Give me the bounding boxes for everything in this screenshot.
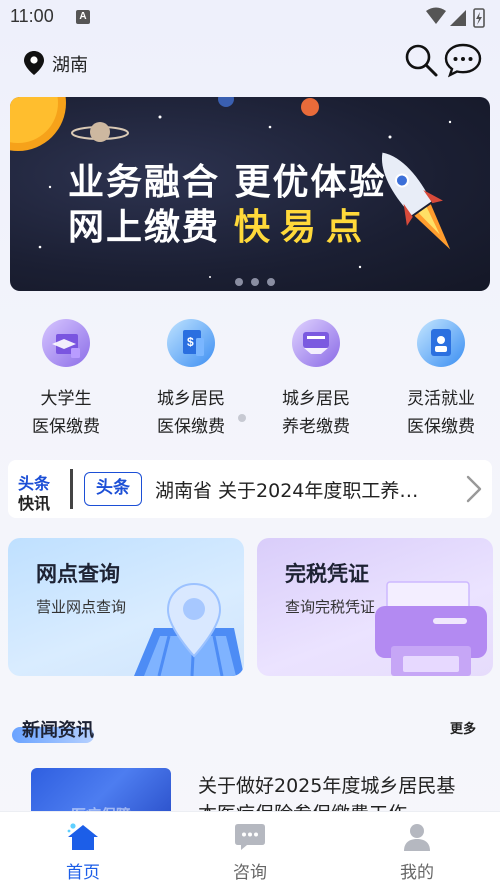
service-label-line2: 养老缴费 (282, 417, 350, 437)
message-icon (235, 824, 265, 850)
card-subtitle: 查询完税凭证 (285, 598, 376, 616)
banner-headline-2-text: 网上缴费 (68, 207, 221, 248)
home-icon (67, 823, 98, 850)
elderly-care-icon (292, 319, 340, 367)
tab-consult-label: 咨询 (233, 863, 267, 883)
headline-divider (70, 469, 73, 509)
cell-signal-icon (450, 10, 466, 26)
current-location[interactable]: 湖南 (52, 51, 88, 77)
branch-lookup-card[interactable]: 网点查询 营业网点查询 (8, 538, 244, 676)
banner-headline-2: 网上缴费 快易点 (68, 198, 372, 250)
card-subtitle: 营业网点查询 (36, 598, 127, 616)
service-label-line1: 城乡居民 (157, 389, 225, 409)
tab-consult[interactable]: 咨询 (167, 812, 333, 888)
service-urban-rural-medical[interactable]: $ 城乡居民 医保缴费 (131, 318, 251, 438)
printer-illustration (375, 581, 487, 676)
payment-cards-icon: $ (167, 319, 215, 367)
card-title: 完税凭证 (285, 562, 369, 586)
tab-home[interactable]: 首页 (0, 812, 166, 888)
bottom-navigation: 首页 咨询 我的 (0, 811, 500, 888)
svg-text:$: $ (187, 335, 194, 349)
service-label-line2: 医保缴费 (32, 417, 100, 437)
service-pension-payment[interactable]: 城乡居民 养老缴费 (256, 318, 376, 438)
user-icon (404, 824, 430, 851)
tab-mine-label: 我的 (400, 863, 434, 883)
status-time: 11:00 (10, 6, 54, 26)
worker-badge-icon (417, 319, 465, 367)
signal-battery-icons (426, 7, 485, 28)
service-college-medical[interactable]: 大学生 医保缴费 (6, 318, 126, 438)
graduation-cap-icon (42, 319, 90, 367)
services-page-indicator (238, 414, 246, 422)
tab-mine[interactable]: 我的 (334, 812, 500, 888)
service-label-line1: 大学生 (40, 389, 92, 409)
news-section-title: 新闻资讯 (22, 720, 94, 741)
headline-logo: 头条 快讯 (18, 470, 66, 513)
banner-pagination[interactable] (235, 271, 285, 286)
banner-dot[interactable] (267, 278, 275, 286)
service-flexible-employment[interactable]: 灵活就业 医保缴费 (381, 318, 500, 438)
promo-banner[interactable]: 业务融合 更优体验 网上缴费 快易点 (10, 97, 490, 291)
map-pin-illustration (134, 582, 244, 676)
search-icon[interactable] (403, 42, 439, 78)
banner-dot[interactable] (251, 278, 259, 286)
headline-news-bar[interactable]: 头条 快讯 头条 湖南省 关于2024年度职工养… (8, 460, 492, 518)
location-pin-icon[interactable] (23, 50, 45, 76)
service-label-line1: 灵活就业 (407, 389, 475, 409)
app-notification-icon: A (76, 10, 90, 24)
wifi-icon (426, 7, 446, 24)
top-header: 湖南 (0, 34, 500, 90)
card-title: 网点查询 (36, 562, 120, 586)
status-bar: 11:00 A (0, 0, 500, 34)
quick-services: 大学生 医保缴费 $ 城乡居民 医保缴费 城乡居民 养老缴费 灵活就业 医保缴费 (0, 318, 500, 438)
service-label-line1: 城乡居民 (282, 389, 350, 409)
headline-logo-bottom: 快讯 (18, 494, 51, 513)
news-more-link[interactable]: 更多 (450, 718, 476, 737)
tab-home-label: 首页 (66, 863, 100, 883)
chat-icon[interactable] (444, 42, 482, 78)
service-label-line2: 医保缴费 (157, 417, 225, 437)
service-label-line2: 医保缴费 (407, 417, 475, 437)
headline-tag: 头条 (84, 472, 142, 506)
chevron-right-icon[interactable] (463, 474, 485, 504)
banner-highlight: 快易点 (234, 207, 373, 248)
banner-dot[interactable] (235, 278, 243, 286)
news-section-header: 新闻资讯 (12, 712, 122, 746)
headline-text[interactable]: 湖南省 关于2024年度职工养… (155, 476, 451, 503)
tax-certificate-card[interactable]: 完税凭证 查询完税凭证 (257, 538, 493, 676)
